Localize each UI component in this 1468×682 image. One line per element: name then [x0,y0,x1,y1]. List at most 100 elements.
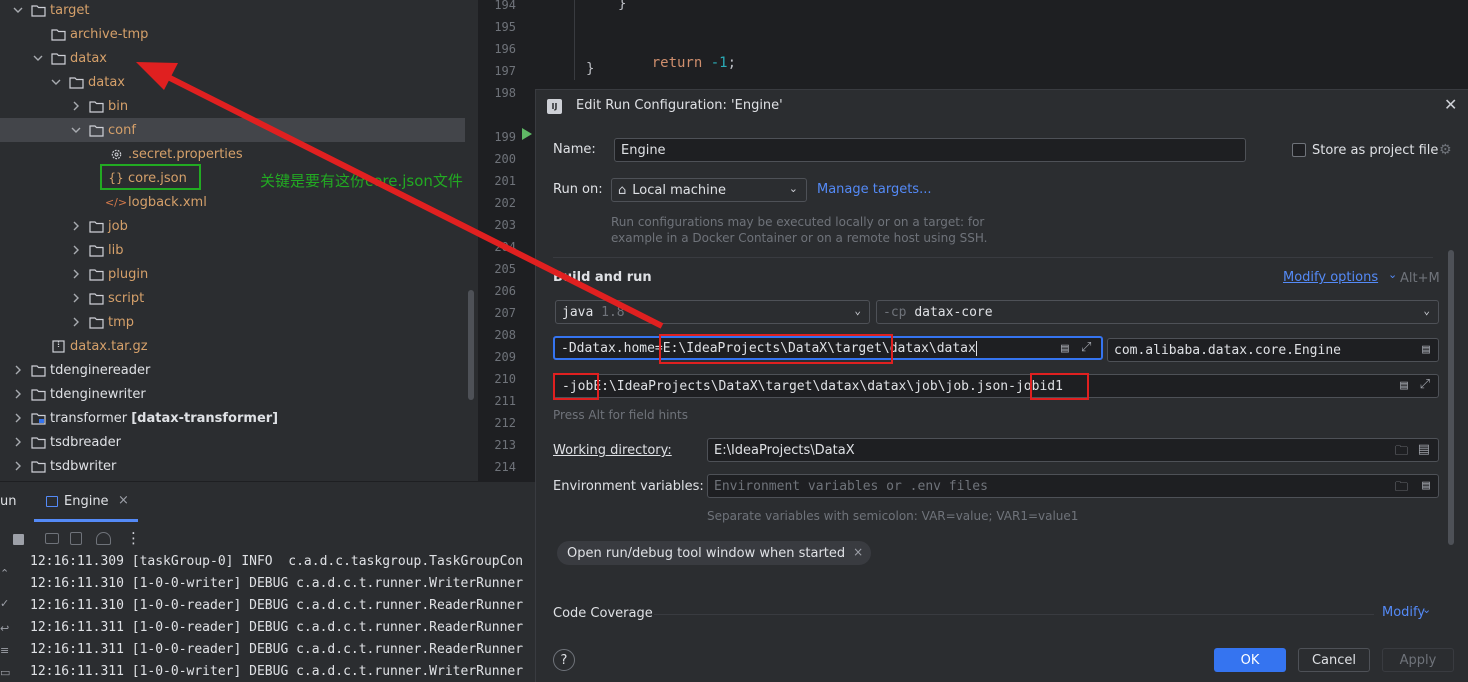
close-icon[interactable]: ✕ [1444,97,1458,113]
chevron-right-icon[interactable] [12,436,24,448]
folder-icon [30,2,46,18]
folder-icon[interactable]: 🗀 [1395,478,1408,497]
close-icon[interactable]: × [118,493,129,508]
restore-icon[interactable] [70,532,82,545]
home-icon: ⌂ [618,182,627,198]
name-field[interactable]: Engine [614,138,1246,162]
chevron-right-icon[interactable] [70,292,82,304]
store-label[interactable]: Store as project file [1312,143,1438,158]
chevron-right-icon[interactable] [70,244,82,256]
chevron-right-icon[interactable] [70,316,82,328]
tree-row-tsdbwriter[interactable]: tsdbwriter [12,454,478,478]
workdir-value: E:\IdeaProjects\DataX [714,442,855,458]
modify-options-link[interactable]: Modify options [1283,270,1378,285]
chevron-down-icon: ⌄ [788,182,798,195]
tree-row-tdenginereader[interactable]: tdenginereader [12,358,478,382]
expand-icon[interactable]: ⤢ [1081,340,1091,355]
tree-row-job[interactable]: job [70,214,478,238]
tree-row-secret-properties[interactable]: .secret.properties [108,142,478,166]
tree-label: conf [108,122,136,138]
separator [553,257,1433,258]
list-icon[interactable]: ▤ [1422,478,1430,493]
check-icon[interactable]: ✓ [0,597,10,610]
tree-row-lib[interactable]: lib [70,238,478,262]
list-icon[interactable]: ▤ [1400,378,1408,393]
list-icon[interactable]: ▤ [1418,442,1430,457]
tree-row-datax-inner[interactable]: datax [50,70,478,94]
module-folder-icon [30,410,46,426]
main-class: com.alibaba.datax.core.Engine [1114,342,1341,358]
folder-icon[interactable]: 🗀 [1395,442,1408,461]
chevron-right-icon[interactable] [70,220,82,232]
ok-button[interactable]: OK [1214,648,1286,672]
apply-button[interactable]: Apply [1382,648,1454,672]
dialog-scrollbar[interactable] [1448,250,1454,545]
chevron-right-icon[interactable] [12,364,24,376]
tree-label: archive-tmp [70,26,149,42]
coverage-modify-link[interactable]: Modify [1382,605,1425,620]
jdk-select[interactable]: java 1.8 ⌄ [555,300,870,324]
log-line: 12:16:11.309 [taskGroup-0] INFO c.a.d.c.… [30,554,524,569]
tree-row-plugin[interactable]: plugin [70,262,478,286]
tree-row-target[interactable]: target [12,0,478,22]
chevron-right-icon[interactable] [12,460,24,472]
tree-label: plugin [108,266,149,282]
line-number: 202 [494,196,516,210]
line-number: 197 [494,64,516,78]
chevron-down-icon[interactable] [70,124,82,136]
tree-row-bin[interactable]: bin [70,94,478,118]
scroll-up-icon[interactable]: ⌃ [0,567,10,580]
gauge-icon[interactable] [96,532,111,545]
chevron-right-icon[interactable] [70,100,82,112]
help-button[interactable]: ? [553,649,575,671]
program-args-field[interactable]: -job E:\IdeaProjects\DataX\target\datax\… [553,374,1439,398]
workdir-field[interactable]: E:\IdeaProjects\DataX 🗀 ▤ [707,438,1439,462]
chevron-down-icon[interactable] [32,52,44,64]
tree-scrollbar[interactable] [468,290,474,400]
chevron-down-icon[interactable] [50,76,62,88]
tree-row-tsdbreader[interactable]: tsdbreader [12,430,478,454]
chevron-right-icon[interactable] [12,388,24,400]
chevron-right-icon[interactable] [70,268,82,280]
main-class-field[interactable]: com.alibaba.datax.core.Engine ▤ [1107,338,1439,362]
run-on-select[interactable]: ⌂ Local machine ⌄ [611,178,807,202]
tree-row-tdenginewriter[interactable]: tdenginewriter [12,382,478,406]
cancel-button[interactable]: Cancel [1298,648,1370,672]
env-field[interactable]: Environment variables or .env files 🗀 ▤ [707,474,1439,498]
run-toolbar: ⋮ [0,527,535,551]
env-hint: Separate variables with semicolon: VAR=v… [707,509,1079,523]
close-icon[interactable]: × [853,545,863,559]
module-name: [datax-transformer] [131,410,279,426]
more-icon[interactable]: ⋮ [126,529,141,547]
folder-icon [30,362,46,378]
run-gutter-icon[interactable] [522,128,532,140]
xml-file-icon: </> [104,195,128,209]
tree-row-logback-xml[interactable]: </> logback.xml [104,190,478,214]
settings-icon[interactable]: ⚙ [1439,142,1452,158]
tree-row-script[interactable]: script [70,286,478,310]
expand-icon[interactable]: ⤢ [1420,377,1430,392]
list-icon[interactable]: ▤ [1061,341,1069,356]
tab-engine[interactable]: Engine [64,494,109,509]
tree-row-archive-tmp[interactable]: archive-tmp [50,22,478,46]
classpath-select[interactable]: -cp datax-core ⌄ [876,300,1439,324]
manage-targets-link[interactable]: Manage targets... [817,182,931,197]
run-panel-label: un [0,494,17,509]
camera-icon[interactable] [45,533,59,544]
tree-row-conf[interactable]: conf [0,118,465,142]
chevron-down-icon[interactable] [12,4,24,16]
tree-row-datax-tar-gz[interactable]: datax.tar.gz [50,334,478,358]
stop-icon[interactable] [13,534,24,545]
tree-row-datax[interactable]: datax [32,46,478,70]
tree-row-transformer[interactable]: transformer [datax-transformer] [12,406,478,430]
open-tool-window-chip[interactable]: Open run/debug tool window when started … [557,541,872,565]
folder-icon [88,242,104,258]
chevron-right-icon[interactable] [12,412,24,424]
wrap-icon[interactable]: ↩ [0,622,10,635]
filter-icon[interactable]: ≡ [0,644,10,657]
list-icon[interactable]: ▤ [1422,342,1430,357]
store-checkbox[interactable] [1292,143,1306,157]
print-icon[interactable]: ▭ [0,666,10,679]
vm-opt-path2: \datax\datax [881,340,976,356]
tree-row-tmp[interactable]: tmp [70,310,478,334]
